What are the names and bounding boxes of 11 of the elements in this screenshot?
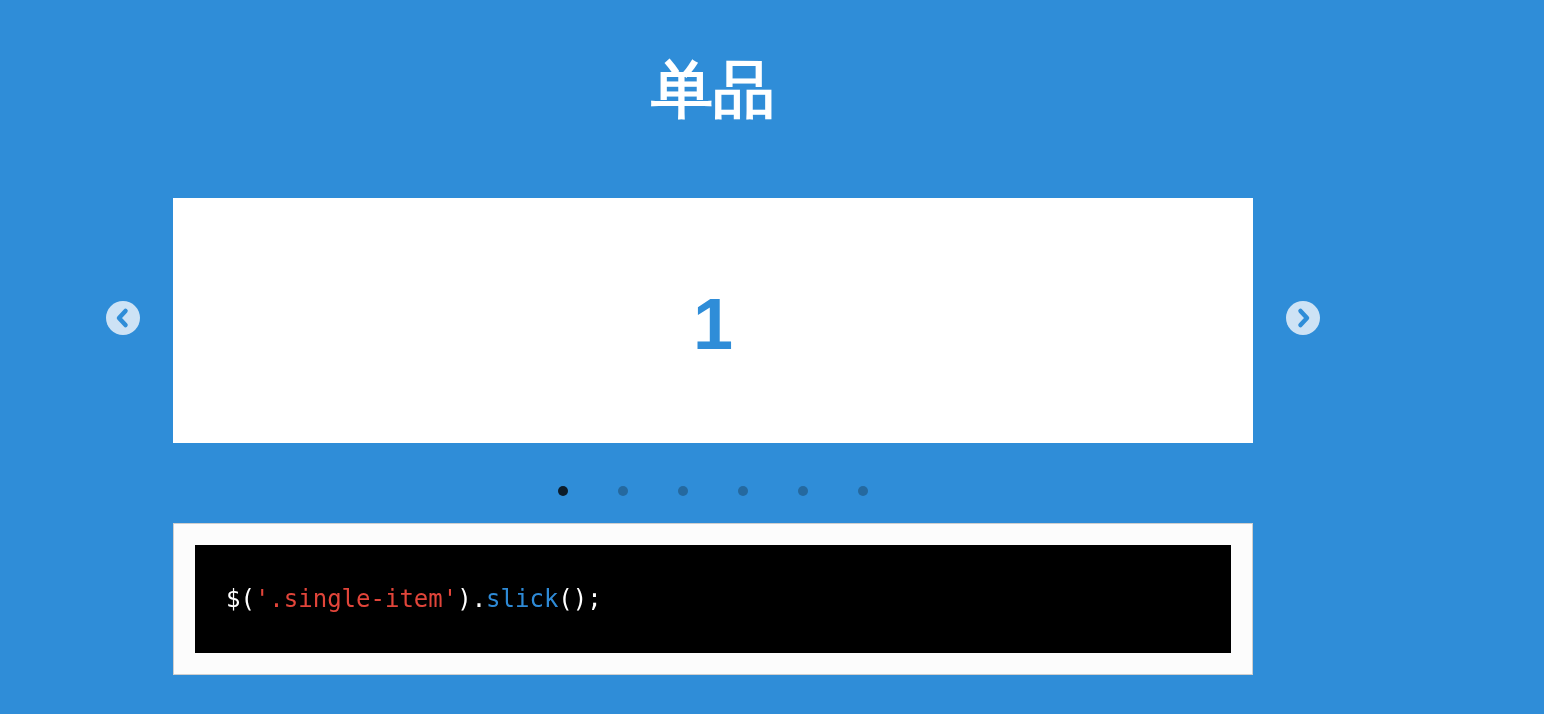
page-title: 单品 xyxy=(651,52,775,128)
pagination-dot[interactable] xyxy=(798,486,808,496)
code-line: $('.single-item').slick(); xyxy=(226,585,602,613)
pagination-dot[interactable] xyxy=(618,486,628,496)
chevron-left-icon[interactable] xyxy=(106,301,140,335)
chevron-right-icon[interactable] xyxy=(1286,301,1320,335)
slide-number: 1 xyxy=(692,282,733,360)
pagination-dot[interactable] xyxy=(678,486,688,496)
pagination-dot[interactable] xyxy=(558,486,568,496)
pagination-dot[interactable] xyxy=(738,486,748,496)
pagination-dot[interactable] xyxy=(858,486,868,496)
